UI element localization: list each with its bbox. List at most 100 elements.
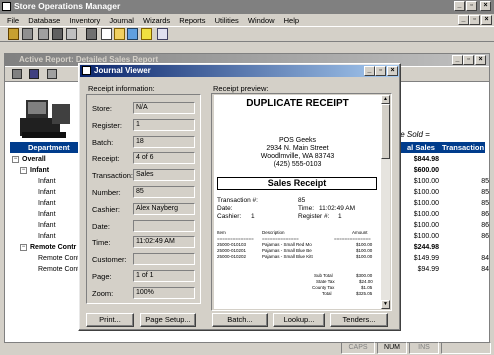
collapse-toggle-icon[interactable]: − <box>20 167 27 174</box>
menu-wizards[interactable]: Wizards <box>143 16 170 25</box>
row-transaction: 85 <box>481 178 489 185</box>
report-minimize-button[interactable]: _ <box>452 55 463 65</box>
menu-help[interactable]: Help <box>284 16 299 25</box>
field-value[interactable] <box>133 219 195 232</box>
row-transaction: 86 <box>481 222 489 229</box>
columns-icon[interactable] <box>29 69 39 79</box>
row-department: Infant <box>38 233 56 240</box>
scroll-down-button[interactable]: ▼ <box>381 300 390 309</box>
print-report-icon[interactable] <box>12 69 22 79</box>
cube-icon[interactable] <box>86 28 97 40</box>
receipt-heading: Sales Receipt <box>267 178 327 188</box>
field-value[interactable]: 18 <box>133 135 195 148</box>
field-label: Zoom: <box>92 288 114 298</box>
col-department[interactable]: Department <box>28 142 70 153</box>
lookup-button[interactable]: Lookup... <box>273 313 325 327</box>
field-value[interactable]: Alex Nayberg <box>133 202 195 215</box>
minimize-button[interactable]: _ <box>454 1 465 11</box>
receipt-preview-label: Receipt preview: <box>213 84 269 93</box>
scroll-up-button[interactable]: ▲ <box>381 95 390 104</box>
row-total-sales: $100.00 <box>413 189 439 196</box>
journal-maximize-button[interactable]: ▫ <box>375 66 386 76</box>
receipt-item-item: 25000-010201 <box>217 248 247 253</box>
receipt-col-description: Description <box>262 230 285 235</box>
report-icon[interactable] <box>157 28 168 40</box>
field-value[interactable]: 100% <box>133 286 195 299</box>
document-icon[interactable] <box>101 28 112 40</box>
filter-icon[interactable] <box>47 69 57 79</box>
report-maximize-button[interactable]: ▫ <box>463 55 474 65</box>
receipt-item-item: 25000-010103 <box>217 242 247 247</box>
journal-close-button[interactable]: × <box>387 66 398 76</box>
time-sold-label: te Sold = <box>398 130 430 139</box>
receipt-phone: (425) 555-0103 <box>273 161 322 168</box>
calculator-icon[interactable] <box>66 28 77 40</box>
batch-button[interactable]: Batch... <box>212 313 268 327</box>
app-titlebar: Store Operations Manager _ ▫ × <box>0 0 494 14</box>
receipt-store-name: POS Geeks <box>279 137 316 144</box>
receipt-separator-2: ============== <box>262 236 299 241</box>
open-icon[interactable] <box>8 28 19 40</box>
journal-minimize-button[interactable]: _ <box>364 66 375 76</box>
settings-icon[interactable] <box>38 28 49 40</box>
print-icon[interactable] <box>22 28 33 40</box>
field-value[interactable]: 4 of 6 <box>133 152 195 165</box>
menu-utilities[interactable]: Utilities <box>215 16 239 25</box>
collapse-toggle-icon[interactable]: − <box>20 244 27 251</box>
receipt-col-item: Item <box>217 230 226 235</box>
receipt-scrollbar[interactable]: ▲ ▼ <box>381 95 390 309</box>
row-department: Overall <box>22 156 46 163</box>
close-button[interactable]: × <box>480 1 491 11</box>
row-total-sales: $100.00 <box>413 200 439 207</box>
mdi-minimize-button[interactable]: _ <box>458 15 469 25</box>
field-value[interactable]: N/A <box>133 102 195 114</box>
menu-window[interactable]: Window <box>248 16 275 25</box>
page-setup-button[interactable]: Page Setup... <box>140 313 196 327</box>
status-extra <box>441 342 491 354</box>
print-button[interactable]: Print... <box>86 313 134 327</box>
menu-file[interactable]: File <box>7 16 19 25</box>
field-value[interactable]: 85 <box>133 186 195 198</box>
menu-database[interactable]: Database <box>28 16 60 25</box>
col-total-sales[interactable]: al Sales <box>407 142 435 153</box>
receipt-col-amount: Amount <box>352 230 368 235</box>
lock-icon[interactable] <box>52 28 63 40</box>
row-total-sales: $94.99 <box>417 266 439 273</box>
collapse-toggle-icon[interactable]: − <box>12 156 19 163</box>
field-label: Time: <box>92 238 111 248</box>
row-transaction: 85 <box>481 189 489 196</box>
receipt-item-desc: Pajamas - Small Red Mo <box>262 242 312 247</box>
receipt-preview: DUPLICATE RECEIPT POS Geeks 2934 N. Main… <box>214 95 381 309</box>
receipt-cashier-label: Cashier: <box>217 213 242 220</box>
row-transaction: 84 <box>481 255 489 262</box>
journal-title: Journal Viewer <box>94 66 151 75</box>
menu-journal[interactable]: Journal <box>109 16 134 25</box>
row-department: Infant <box>38 178 56 185</box>
field-value[interactable] <box>133 253 195 266</box>
notepad-icon[interactable] <box>127 28 138 40</box>
menu-inventory[interactable]: Inventory <box>69 16 100 25</box>
maximize-button[interactable]: ▫ <box>466 1 477 11</box>
row-total-sales: $149.99 <box>413 255 439 262</box>
receipt-separator-3: ============== <box>334 236 371 241</box>
field-value[interactable]: Sales <box>133 169 195 182</box>
menu-reports[interactable]: Reports <box>179 16 205 25</box>
field-value[interactable]: 11:02:49 AM <box>133 236 195 249</box>
col-transaction[interactable]: Transaction <box>442 142 484 153</box>
mdi-restore-button[interactable]: ▫ <box>469 15 480 25</box>
folder-icon[interactable] <box>114 28 125 40</box>
row-department: Infant <box>38 211 56 218</box>
pencil-icon[interactable] <box>141 28 152 40</box>
app-icon <box>2 2 11 11</box>
report-close-button[interactable]: × <box>475 55 486 65</box>
register-logo <box>18 94 73 140</box>
mdi-close-button[interactable]: × <box>481 15 492 25</box>
tenders-button[interactable]: Tenders... <box>330 313 388 327</box>
receipt-time-label: Time: <box>298 205 315 212</box>
field-label: Register: <box>92 120 123 130</box>
field-value[interactable]: 1 <box>133 118 195 131</box>
receipt-register-label: Register #: <box>298 213 330 220</box>
field-value[interactable]: 1 of 1 <box>133 270 195 282</box>
field-label: Batch: <box>92 137 114 147</box>
scroll-thumb[interactable] <box>381 104 390 159</box>
